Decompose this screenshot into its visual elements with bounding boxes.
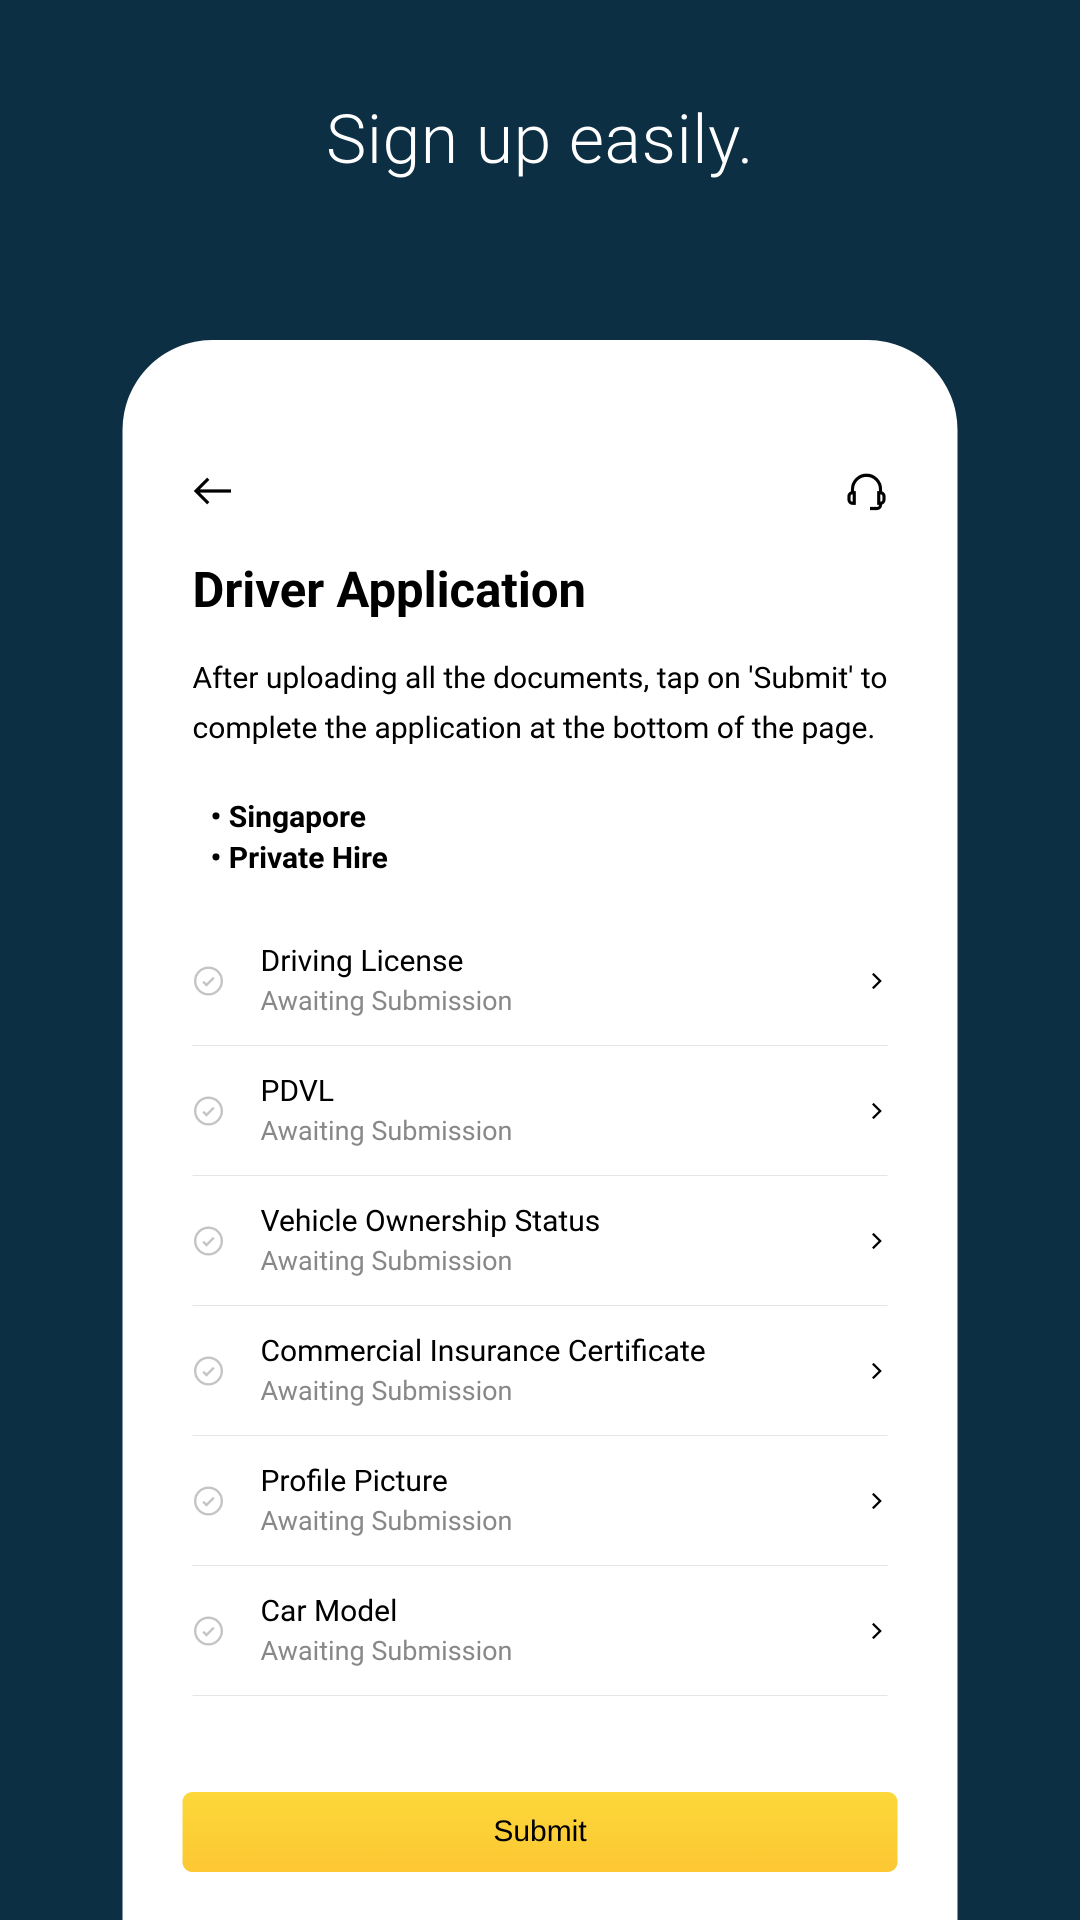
chevron-right-icon (866, 1360, 888, 1382)
check-circle-icon (193, 1225, 225, 1257)
page-title: Driver Application (193, 562, 888, 619)
document-status: Awaiting Submission (261, 1245, 866, 1277)
document-status: Awaiting Submission (261, 1505, 866, 1537)
document-item-profile-picture[interactable]: Profile Picture Awaiting Submission (193, 1436, 888, 1566)
document-text: Vehicle Ownership Status Awaiting Submis… (261, 1204, 866, 1277)
document-item-pdvl[interactable]: PDVL Awaiting Submission (193, 1046, 888, 1176)
document-text: PDVL Awaiting Submission (261, 1074, 866, 1147)
chevron-right-icon (866, 1490, 888, 1512)
back-button[interactable] (193, 470, 235, 512)
arrow-left-icon (193, 470, 235, 512)
document-title: PDVL (261, 1074, 866, 1109)
check-circle-icon (193, 1355, 225, 1387)
document-title: Commercial Insurance Certificate (261, 1334, 866, 1369)
chevron-right-icon (866, 1230, 888, 1252)
document-text: Driving License Awaiting Submission (261, 944, 866, 1017)
document-status: Awaiting Submission (261, 1635, 866, 1667)
document-status: Awaiting Submission (261, 1375, 866, 1407)
check-circle-icon (193, 1615, 225, 1647)
document-item-car-model[interactable]: Car Model Awaiting Submission (193, 1566, 888, 1696)
tag-type: Private Hire (211, 839, 888, 880)
check-circle-icon (193, 965, 225, 997)
chevron-right-icon (866, 970, 888, 992)
document-text: Car Model Awaiting Submission (261, 1594, 866, 1667)
headset-icon (846, 470, 888, 512)
tag-location: Singapore (211, 798, 888, 839)
document-item-insurance[interactable]: Commercial Insurance Certificate Awaitin… (193, 1306, 888, 1436)
document-title: Profile Picture (261, 1464, 866, 1499)
document-list: Driving License Awaiting Submission (193, 934, 888, 1696)
top-bar (123, 470, 958, 512)
document-title: Car Model (261, 1594, 866, 1629)
check-circle-icon (193, 1485, 225, 1517)
chevron-right-icon (866, 1100, 888, 1122)
main-content: Driver Application After uploading all t… (123, 562, 958, 1696)
document-item-vehicle-ownership[interactable]: Vehicle Ownership Status Awaiting Submis… (193, 1176, 888, 1306)
document-item-driving-license[interactable]: Driving License Awaiting Submission (193, 934, 888, 1046)
document-title: Vehicle Ownership Status (261, 1204, 866, 1239)
document-status: Awaiting Submission (261, 1115, 866, 1147)
document-text: Commercial Insurance Certificate Awaitin… (261, 1334, 866, 1407)
phone-mockup: Driver Application After uploading all t… (123, 340, 958, 1920)
document-title: Driving License (261, 944, 866, 979)
submit-button[interactable]: Submit (183, 1792, 898, 1872)
page-description: After uploading all the documents, tap o… (193, 654, 888, 753)
application-tags: Singapore Private Hire (193, 798, 888, 879)
promo-title: Sign up easily. (0, 0, 1080, 180)
support-button[interactable] (846, 470, 888, 512)
chevron-right-icon (866, 1620, 888, 1642)
document-status: Awaiting Submission (261, 985, 866, 1017)
document-text: Profile Picture Awaiting Submission (261, 1464, 866, 1537)
check-circle-icon (193, 1095, 225, 1127)
